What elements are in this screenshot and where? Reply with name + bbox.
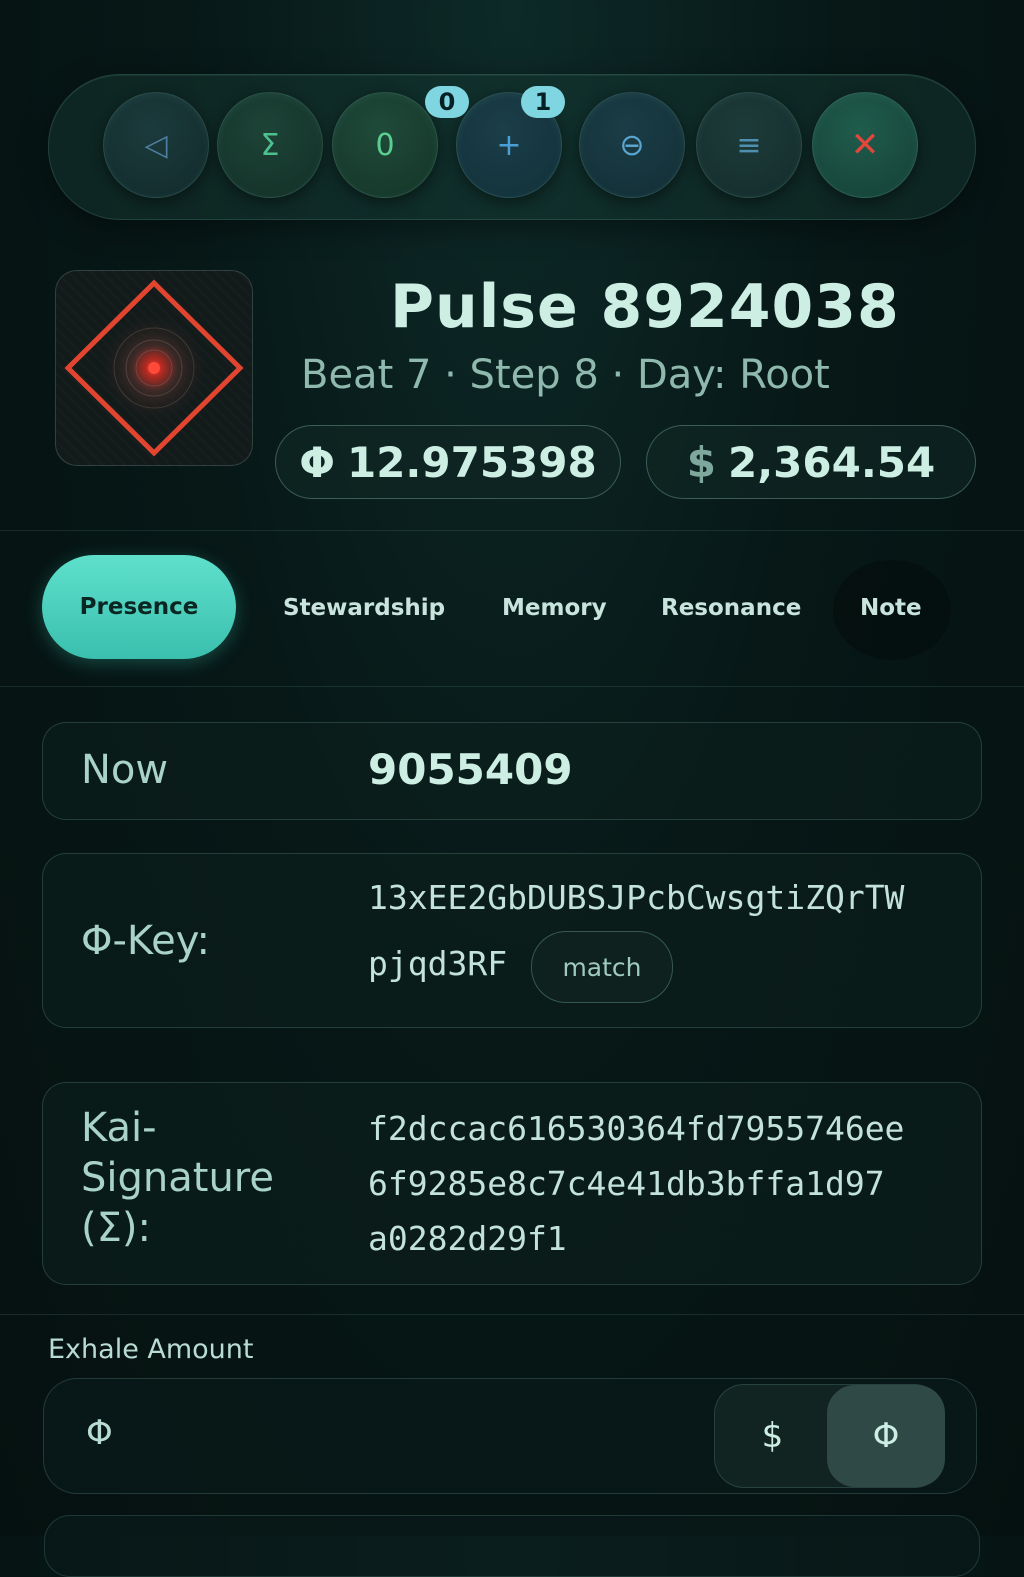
phi-key-value-line1: 13xEE2GbDUBSJPcbCwsgtiZQrTW xyxy=(368,878,905,917)
signature-label-line1: Kai- xyxy=(81,1105,157,1151)
signature-label-line3: (Σ): xyxy=(81,1205,151,1251)
send-button[interactable]: ◁ xyxy=(103,92,209,198)
theta-button[interactable]: ⊖ xyxy=(579,92,685,198)
now-label: Now xyxy=(81,747,169,793)
plus-icon: + xyxy=(496,127,522,163)
signature-value-line1: f2dccac616530364fd7955746ee xyxy=(368,1109,905,1148)
signature-value-line3: a0282d29f1 xyxy=(368,1219,567,1258)
unit-phi-button[interactable]: Φ xyxy=(827,1385,945,1487)
divider xyxy=(0,530,1024,531)
sigil-diamond-icon xyxy=(64,279,244,457)
phi-balance-pill: Φ 12.975398 xyxy=(275,425,621,499)
phi-balance: 12.975398 xyxy=(346,437,597,487)
kai-signature-card: Kai- Signature (Σ): f2dccac616530364fd79… xyxy=(42,1082,982,1285)
send-icon: ◁ xyxy=(144,127,168,163)
usd-balance-pill: $ 2,364.54 xyxy=(646,425,976,499)
tab-presence[interactable]: Presence xyxy=(42,555,236,659)
exhale-amount-input[interactable] xyxy=(134,1401,698,1473)
menu-icon: ≡ xyxy=(736,127,762,163)
tab-resonance[interactable]: Resonance xyxy=(661,580,801,636)
now-value: 9055409 xyxy=(368,745,573,794)
phi-key-value-line2: pjqd3RF xyxy=(368,944,508,983)
tab-note[interactable]: Note xyxy=(860,580,922,636)
phi-icon: Φ xyxy=(299,437,335,487)
usd-balance: 2,364.54 xyxy=(727,437,936,487)
pulse-subtitle: Beat 7 · Step 8 · Day: Root xyxy=(301,352,830,398)
unit-usd-button[interactable]: $ xyxy=(715,1385,830,1487)
zero-icon: 0 xyxy=(375,127,395,163)
tab-memory[interactable]: Memory xyxy=(502,580,607,636)
match-badge[interactable]: match xyxy=(531,931,673,1003)
tab-stewardship[interactable]: Stewardship xyxy=(283,580,445,636)
zero-button[interactable]: 0 xyxy=(332,92,438,198)
divider xyxy=(0,686,1024,687)
next-card xyxy=(44,1515,980,1577)
badge-count-one: 1 xyxy=(521,86,565,118)
phi-prefix-icon: Φ xyxy=(86,1413,113,1453)
unit-toggle: $ Φ xyxy=(714,1384,945,1488)
sigil-image xyxy=(55,270,253,466)
exhale-amount-field: Φ $ Φ xyxy=(43,1378,977,1494)
signature-label-line2: Signature xyxy=(81,1155,274,1201)
menu-button[interactable]: ≡ xyxy=(696,92,802,198)
dollar-icon: $ xyxy=(686,437,716,487)
theta-icon: ⊖ xyxy=(619,127,645,163)
sigma-button[interactable]: Σ xyxy=(217,92,323,198)
close-icon: ✕ xyxy=(850,125,880,165)
pulse-title: Pulse 8924038 xyxy=(390,272,900,342)
now-card: Now 9055409 xyxy=(42,722,982,820)
close-button[interactable]: ✕ xyxy=(812,92,918,198)
exhale-amount-label: Exhale Amount xyxy=(48,1334,254,1365)
signature-value-line2: 6f9285e8c7c4e41db3bffa1d97 xyxy=(368,1164,885,1203)
badge-count-zero: 0 xyxy=(425,86,469,118)
phi-key-label: Φ-Key: xyxy=(81,918,211,964)
sigma-icon: Σ xyxy=(260,127,280,163)
phi-key-card: Φ-Key: 13xEE2GbDUBSJPcbCwsgtiZQrTW pjqd3… xyxy=(42,853,982,1028)
divider xyxy=(0,1314,1024,1315)
